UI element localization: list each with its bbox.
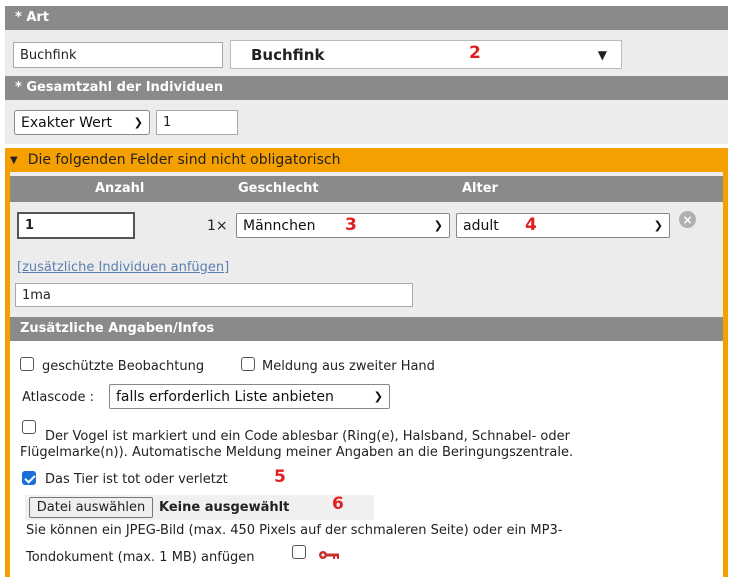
chevron-down-icon: ❯ [373,390,383,403]
marked-label-line1: Der Vogel ist markiert und ein Code able… [45,429,570,444]
file-help-line2: Tondokument (max. 1 MB) anfügen [26,550,255,565]
species-input[interactable]: Buchfink [13,42,223,68]
secondhand-label: Meldung aus zweiter Hand [262,359,435,374]
sex-value: Männchen [243,217,316,234]
count-type-select[interactable]: Exakter Wert ❯ [14,110,150,135]
individual-count-input[interactable]: 1 [17,212,135,239]
species-select[interactable]: Buchfink ▼ [230,40,622,69]
summary-input[interactable]: 1ma [15,283,413,307]
atlascode-select[interactable]: falls erforderlich Liste anbieten ❯ [109,384,390,409]
protected-label: geschützte Beobachtung [42,359,205,374]
species-select-value: Buchfink [251,45,325,64]
atlascode-value: falls erforderlich Liste anbieten [116,388,334,405]
collapse-triangle-icon: ▼ [10,154,18,166]
chevron-down-icon: ❯ [653,219,663,232]
age-value: adult [463,217,499,234]
file-status: Keine ausgewählt [159,500,290,515]
gesamt-header: * Gesamtzahl der Individuen [5,76,728,100]
art-header: * Art [5,6,728,30]
key-icon [318,549,340,561]
marker-4: 4 [525,215,537,235]
marker-6: 6 [332,494,344,514]
marker-2: 2 [469,43,481,63]
sex-select[interactable]: Männchen ❯ [236,213,450,238]
optional-toggle[interactable]: ▼ Die folgenden Felder sind nicht obliga… [10,148,723,172]
extra-header: Zusätzliche Angaben/Infos [10,317,723,341]
file-help-line1: Sie können ein JPEG-Bild (max. 450 Pixel… [26,523,563,538]
protected-checkbox[interactable] [20,357,34,371]
col-geschlecht: Geschlecht [238,181,319,196]
optional-header: Die folgenden Felder sind nicht obligato… [27,152,341,168]
dead-checkbox[interactable] [22,471,36,485]
choose-file-button[interactable]: Datei auswählen [29,497,153,518]
chevron-down-icon: ❯ [433,219,443,232]
atlascode-label: Atlascode : [22,390,94,405]
marker-5: 5 [274,467,286,487]
marker-3: 3 [345,215,357,235]
marked-label-line2: Flügelmarke(n)). Automatische Meldung me… [20,445,574,460]
col-alter: Alter [462,181,498,196]
chevron-down-icon: ❯ [133,116,143,129]
add-individuals-link[interactable]: [zusätzliche Individuen anfügen] [17,260,229,275]
total-count-input[interactable]: 1 [156,110,238,135]
dead-label: Das Tier ist tot oder verletzt [45,472,228,487]
dropdown-triangle-icon: ▼ [597,47,607,62]
remove-individual-icon[interactable]: × [679,211,696,228]
multiplier-label: 1× [207,218,228,234]
secondhand-checkbox[interactable] [241,357,255,371]
age-select[interactable]: adult ❯ [456,213,670,238]
count-type-value: Exakter Wert [21,114,113,131]
marked-checkbox[interactable] [22,420,36,434]
attach-file-checkbox[interactable] [292,545,306,559]
col-anzahl: Anzahl [95,181,145,196]
